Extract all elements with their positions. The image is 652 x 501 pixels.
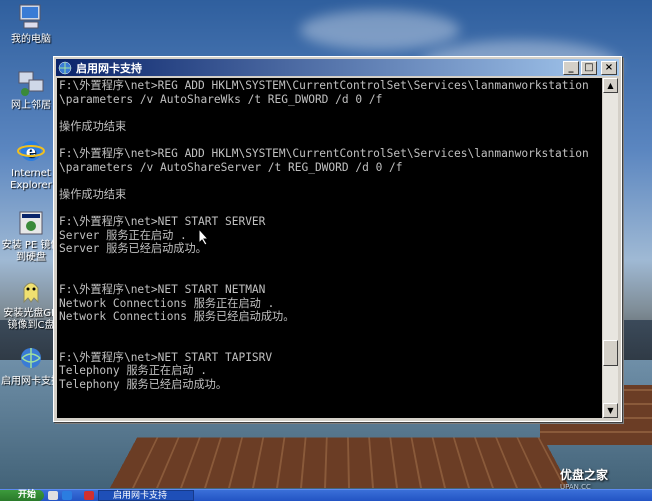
window-title: 启用网卡支持 <box>76 61 142 75</box>
console-line: 操作成功结束 <box>59 119 127 133</box>
taskbar: 开始 启用网卡支持 <box>0 489 652 501</box>
console-line: Telephony 服务已经启动成功。 <box>59 378 228 392</box>
console-line: \parameters /v AutoShareServer /t REG_DW… <box>59 160 403 174</box>
cloud-decoration <box>300 10 460 50</box>
console-line: F:\外置程序\net>REG ADD HKLM\SYSTEM\CurrentC… <box>59 146 589 160</box>
taskbar-button-console[interactable]: 启用网卡支持 <box>98 490 194 501</box>
start-label: 开始 <box>18 490 37 500</box>
console-window[interactable]: 启用网卡支持 _ □ × F:\外置程序\net>REG ADD HKLM\SY… <box>53 56 622 422</box>
minimize-button[interactable]: _ <box>563 60 579 75</box>
console-line: F:\外置程序\net>NET START NETMAN <box>59 282 266 296</box>
desktop-icon-my-computer[interactable]: 我的电脑 <box>0 2 62 46</box>
scroll-up-button[interactable]: ▲ <box>603 78 618 93</box>
console-line: \parameters /v AutoShareWks /t REG_DWORD… <box>59 92 383 106</box>
console-line: F:\外置程序\net>NET START TAPISRV <box>59 350 273 364</box>
desktop-pier <box>110 437 570 488</box>
quicklaunch-ie-icon[interactable] <box>62 491 72 500</box>
console-line: Network Connections 服务已经启动成功。 <box>59 310 295 324</box>
scroll-down-button[interactable]: ▼ <box>603 403 618 418</box>
console-line: Server 服务正在启动 . <box>59 228 187 242</box>
console-line: Server 服务已经启动成功。 <box>59 242 207 256</box>
quicklaunch-app-icon[interactable] <box>84 491 94 500</box>
watermark-text: 优盘之家 <box>560 468 609 482</box>
quicklaunch-desktop-icon[interactable] <box>48 491 58 500</box>
console-line: Network Connections 服务正在启动 . <box>59 296 275 310</box>
install-ghost-icon <box>23 282 39 304</box>
console-line: F:\外置程序\net>NET START SERVER <box>59 214 266 228</box>
install-pe-icon <box>19 211 43 235</box>
watermark-logo: 优盘之家 UPAN.CC <box>560 466 650 491</box>
start-button[interactable]: 开始 <box>0 490 45 501</box>
console-line: F:\外置程序\net>REG ADD HKLM\SYSTEM\CurrentC… <box>59 79 589 92</box>
console-line: Telephony 服务正在启动 . <box>59 364 207 378</box>
vertical-scrollbar[interactable]: ▲ ▼ <box>603 78 618 418</box>
close-button[interactable]: × <box>601 60 617 75</box>
svg-text:e: e <box>26 142 36 161</box>
mouse-pointer-icon <box>198 228 210 246</box>
network-places-icon <box>18 71 44 96</box>
console-line: 操作成功结束 <box>59 187 127 201</box>
console-output[interactable]: F:\外置程序\net>REG ADD HKLM\SYSTEM\CurrentC… <box>57 78 602 418</box>
maximize-button[interactable]: □ <box>581 60 597 75</box>
window-titlebar[interactable]: 启用网卡支持 _ □ × <box>56 59 619 76</box>
network-globe-icon <box>58 61 72 74</box>
my-computer-icon <box>19 4 41 29</box>
enable-nic-icon <box>21 348 41 368</box>
desktop-icon-label: 我的电脑 <box>11 34 51 45</box>
internet-explorer-icon: e <box>17 141 45 161</box>
scrollbar-thumb[interactable] <box>603 340 618 366</box>
